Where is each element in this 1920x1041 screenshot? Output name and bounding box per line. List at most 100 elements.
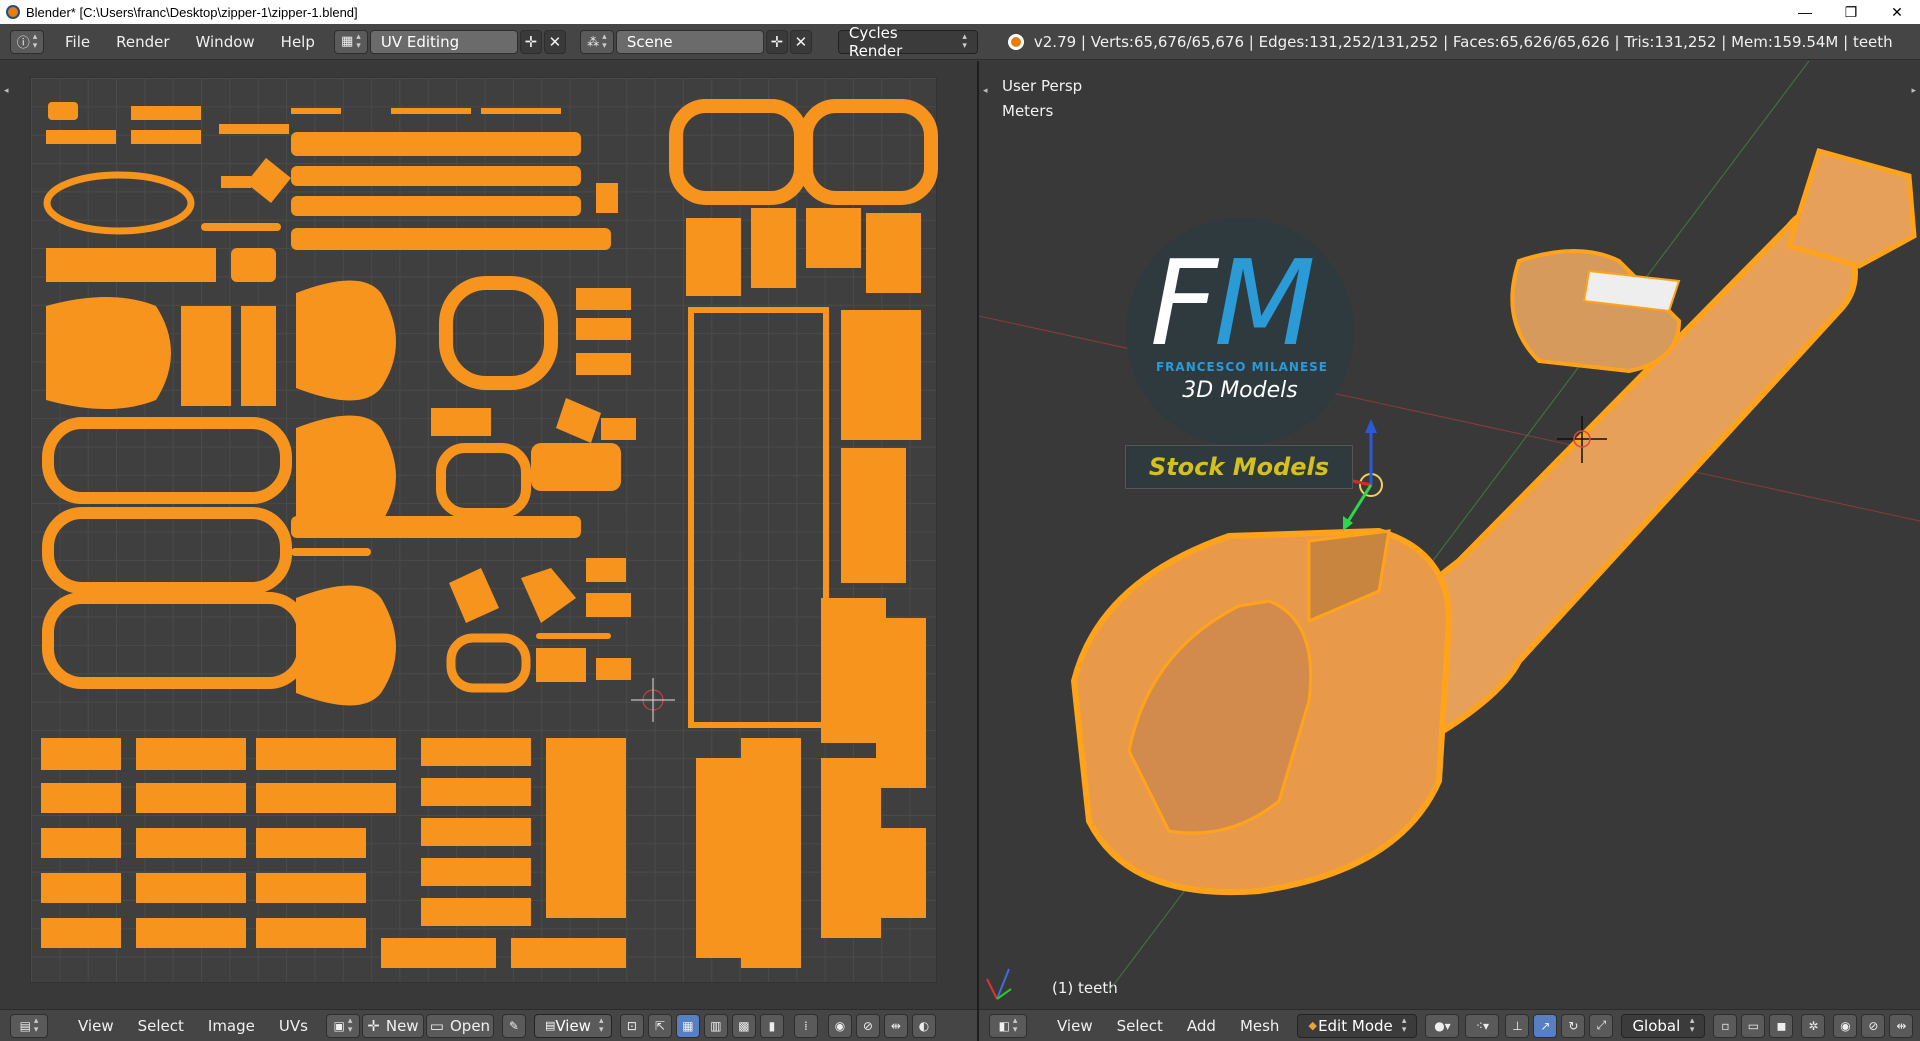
cube-icon: ◧ <box>998 1018 1010 1033</box>
image-editor-icon: ▤ <box>19 1018 31 1033</box>
window-title-bar: Blender* [C:\Users\franc\Desktop\zipper-… <box>0 0 1920 24</box>
3d-view-header: ◧ ▴ ▾ View Select Add Mesh ◆ Edit Mode ▴ ▾ … <box>979 1009 1920 1041</box>
window-controls: — ❐ ✕ <box>1782 0 1920 24</box>
blender-logo-icon <box>1007 33 1024 50</box>
3d-editor-type-button[interactable]: ◧ ▴ ▾ <box>989 1013 1027 1038</box>
open-image-button[interactable]: ▭ Open <box>425 1013 494 1038</box>
3d-menu-mesh[interactable]: Mesh <box>1228 1017 1292 1035</box>
stock-models-text: Stock Models <box>1148 453 1330 481</box>
sync-selection-icon[interactable]: ⇱ <box>647 1013 672 1038</box>
scene-browse-button[interactable]: ⁂ ▴ ▾ <box>579 29 614 54</box>
snap-target-icon-3d[interactable]: ⇹ <box>1889 1013 1914 1038</box>
snap-icon[interactable]: ⊘ <box>855 1013 880 1038</box>
uv-menu-uvs[interactable]: UVs <box>267 1017 320 1035</box>
face-mode-icon[interactable]: ◼ <box>1769 1013 1794 1038</box>
fm-logo: FM <box>1150 244 1316 362</box>
island-select-icon[interactable]: ▮ <box>759 1013 784 1038</box>
folder-icon: ▭ <box>429 1016 444 1035</box>
window-title: Blender* [C:\Users\franc\Desktop\zipper-… <box>26 4 358 20</box>
sticky-select-icon[interactable]: ⁞ <box>793 1013 818 1038</box>
3d-menu-select[interactable]: Select <box>1105 1017 1175 1035</box>
open-image-label: Open <box>449 1016 491 1035</box>
new-image-button[interactable]: ✛ New <box>361 1013 424 1038</box>
manipulator-toggle-icon[interactable]: ⊥ <box>1505 1013 1530 1038</box>
new-image-label: New <box>385 1016 419 1035</box>
add-scene-icon[interactable]: ✛ <box>765 29 788 54</box>
uv-editor-type-button[interactable]: ▤ ▴ ▾ <box>10 1013 48 1038</box>
logo-letter-m: M <box>1213 234 1316 372</box>
scale-manipulator-icon[interactable]: ⤢ <box>1589 1013 1614 1038</box>
zipper-mesh-view <box>979 61 1920 1000</box>
restore-button[interactable]: ❐ <box>1828 0 1874 24</box>
3d-menu-view[interactable]: View <box>1045 1017 1105 1035</box>
image-browse-icon: ▣ <box>333 1018 345 1033</box>
3d-menu-add[interactable]: Add <box>1175 1017 1228 1035</box>
snap-target-icon[interactable]: ⇹ <box>883 1013 908 1038</box>
render-engine-dropdown[interactable]: Cycles Render ▴ ▾ <box>837 24 978 60</box>
proportional-editing-icon[interactable]: ◉ <box>1833 1013 1858 1038</box>
uv-menu-select[interactable]: Select <box>126 1017 196 1035</box>
info-header: ⓘ ▴ ▾ File Render Window Help ▦ ▴ ▾ UV Editi… <box>0 24 1920 60</box>
screen-layout-field[interactable]: UV Editing <box>369 29 518 54</box>
edge-select-icon[interactable]: ▥ <box>703 1013 728 1038</box>
menu-help[interactable]: Help <box>268 24 328 60</box>
chevron-updown-icon: ▴ ▾ <box>598 1015 604 1035</box>
screen-layout-browse-button[interactable]: ▦ ▴ ▾ <box>333 29 368 54</box>
pin-icon[interactable]: ✎ <box>501 1013 526 1038</box>
face-select-icon[interactable]: ▩ <box>731 1013 756 1038</box>
uv-menu-image[interactable]: Image <box>196 1017 267 1035</box>
3d-viewport[interactable]: ◂ ▸ User Persp Meters (1) teeth <box>979 61 1920 1009</box>
menu-file[interactable]: File <box>52 24 103 60</box>
delete-layout-icon[interactable]: ✕ <box>543 29 566 54</box>
axis-widget <box>986 968 1012 1000</box>
uv-small-islands <box>41 738 626 968</box>
uv-image-editor[interactable]: ◂ <box>0 61 977 1009</box>
info-icon: ⓘ <box>16 36 30 51</box>
vertex-mode-icon[interactable]: ▫ <box>1713 1013 1738 1038</box>
image-mode-dropdown[interactable]: ▤ View ▴ ▾ <box>533 1013 612 1038</box>
snap-element-icon[interactable]: ⊘ <box>1861 1013 1886 1038</box>
pivot-icon[interactable]: ⊡ <box>619 1013 644 1038</box>
pivot-point-icon[interactable]: ⁖▾ <box>1465 1013 1500 1038</box>
image-browse-button[interactable]: ▣ ▴ ▾ <box>325 1013 360 1038</box>
logo-author-name: FRANCESCO MILANESE <box>1155 360 1329 374</box>
logo-3d-models: 3D Models <box>1182 378 1298 403</box>
stock-models-banner: Stock Models <box>1125 445 1353 489</box>
render-engine-label: Cycles Render <box>848 23 903 60</box>
layout-grid-icon: ▦ <box>340 34 354 49</box>
transform-orientation-dropdown[interactable]: Global ▴ ▾ <box>1621 1013 1706 1038</box>
uv-render-icon[interactable]: ◐ <box>911 1013 936 1038</box>
viewport-shading-icon[interactable]: ●▾ <box>1425 1013 1460 1038</box>
edit-mode-icon: ◆ <box>1308 1019 1317 1032</box>
scene-icon: ⁂ <box>587 34 600 49</box>
info-editor-type-button[interactable]: ⓘ ▴ ▾ <box>10 29 44 54</box>
image-mode-label: View <box>555 1016 591 1035</box>
chevron-updown-icon: ▴ ▾ <box>1401 1015 1407 1035</box>
interaction-mode-label: Edit Mode <box>1318 1016 1393 1035</box>
menu-render[interactable]: Render <box>103 24 182 60</box>
delete-scene-icon[interactable]: ✕ <box>789 29 812 54</box>
uv-editor-header: ▤ ▴ ▾ View Select Image UVs ▣ ▴ ▾ ✛ New ▭ Open… <box>0 1009 977 1041</box>
limit-selection-icon[interactable]: ✲ <box>1801 1013 1826 1038</box>
uv-islands <box>41 99 938 968</box>
rotate-manipulator-icon[interactable]: ↻ <box>1561 1013 1586 1038</box>
interaction-mode-dropdown[interactable]: ◆ Edit Mode ▴ ▾ <box>1297 1013 1418 1038</box>
chevron-updown-icon: ▴ ▾ <box>1689 1015 1695 1035</box>
uv-menu-view[interactable]: View <box>66 1017 126 1035</box>
proportional-edit-icon[interactable]: ◉ <box>827 1013 852 1038</box>
edge-mode-icon[interactable]: ▭ <box>1741 1013 1766 1038</box>
add-layout-icon[interactable]: ✛ <box>519 29 542 54</box>
chevron-updown-icon: ▴ ▾ <box>962 31 967 51</box>
plus-icon: ✛ <box>367 1016 380 1035</box>
view-mode-icon: ▤ <box>544 1019 556 1032</box>
menu-window[interactable]: Window <box>183 24 268 60</box>
close-button[interactable]: ✕ <box>1874 0 1920 24</box>
minimize-button[interactable]: — <box>1782 0 1828 24</box>
scene-field[interactable]: Scene <box>615 29 764 54</box>
translate-manipulator-icon[interactable]: ↗ <box>1533 1013 1558 1038</box>
vertex-select-icon[interactable]: ▦ <box>675 1013 700 1038</box>
2d-cursor[interactable] <box>631 678 675 722</box>
blender-app-icon <box>6 5 20 19</box>
uv-canvas[interactable] <box>30 77 938 983</box>
panel-expand-left-icon[interactable]: ◂ <box>4 86 9 96</box>
